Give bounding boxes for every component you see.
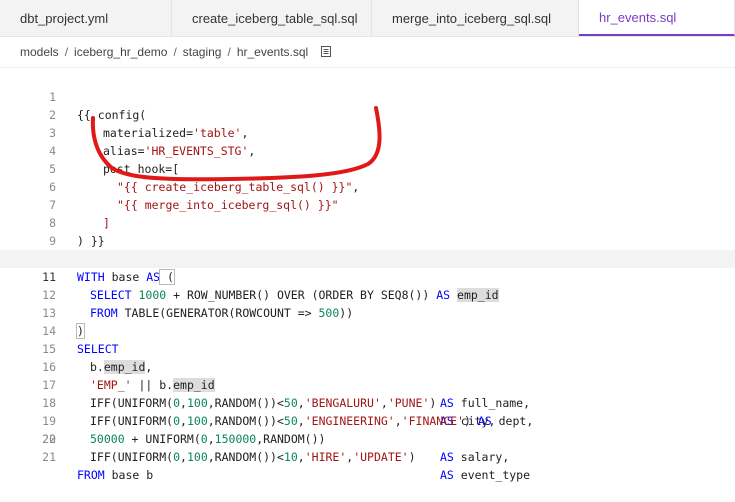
code-line: 2 materialized='table', (0, 88, 735, 140)
code-token: , (297, 450, 305, 464)
code-line: 12 FROM TABLE(GENERATOR(ROWCOUNT => 500)… (0, 268, 735, 320)
code-line: 7 ] (0, 178, 735, 230)
code-editor[interactable]: 1 {{ config( 2 materialized='table', 3 a… (0, 68, 735, 482)
line-number: 21 (42, 450, 56, 464)
document-outline-icon[interactable] (320, 45, 332, 58)
code-line: 1 {{ config( (0, 70, 735, 122)
tab-dbt-project-yml[interactable]: dbt_project.yml (0, 0, 172, 36)
breadcrumb-iceberg-hr-demo[interactable]: iceberg_hr_demo (74, 45, 167, 59)
code-text: IFF(UNIFORM(0,100,RANDOM())<10,'HIRE','U… (90, 448, 416, 466)
keyword-token: AS (440, 468, 454, 482)
breadcrumb-separator: / (64, 44, 69, 59)
code-line: 13 ) (0, 286, 735, 339)
breadcrumb-separator: / (173, 44, 177, 59)
code-line: 16 'EMP_' || b.emp_id AS full_name, (0, 340, 735, 410)
code-line: 21 FROM base b (0, 430, 735, 482)
breadcrumb-staging[interactable]: staging (183, 45, 222, 59)
code-line: 10 WITH base AS ( (0, 232, 735, 285)
code-line: 3 alias='HR_EVENTS_STG', (0, 106, 735, 158)
code-text-alias: AS event_type (440, 466, 530, 484)
code-line-current: 11 SELECT 1000 + ROW_NUMBER() OVER (ORDE… (0, 250, 735, 302)
code-token: ,RANDOM())< (207, 450, 284, 464)
code-token: , (346, 450, 354, 464)
code-text-alias: AS salary, (440, 448, 509, 466)
tab-hr-events-sql[interactable]: hr_events.sql (579, 0, 735, 36)
keyword-token: FROM (77, 468, 105, 482)
breadcrumb-hr-events-sql[interactable]: hr_events.sql (237, 45, 308, 59)
string-token: 'UPDATE' (353, 450, 409, 464)
editor-tab-bar: dbt_project.yml create_iceberg_table_sql… (0, 0, 735, 37)
string-token: 'HIRE' (304, 450, 347, 464)
code-line: 17 IFF(UNIFORM(0,100,RANDOM())<50,'BENGA… (0, 358, 735, 428)
code-token: ) (408, 450, 416, 464)
code-line: 15 b.emp_id, (0, 322, 735, 374)
code-token: salary, (453, 450, 510, 464)
code-line: 22 (0, 412, 735, 446)
code-token: IFF(UNIFORM( (90, 450, 174, 464)
line-number: 22 (42, 432, 56, 446)
code-line: 8 ) }} (0, 196, 735, 248)
code-token: , (180, 450, 187, 464)
keyword-token: AS (440, 450, 454, 464)
code-token: base b (104, 468, 154, 482)
code-line: 14 SELECT (0, 304, 735, 356)
code-text: FROM base b (77, 466, 153, 484)
code-line: 19 50000 + UNIFORM(0,150000,RANDOM()) AS… (0, 394, 735, 464)
code-token: event_type (453, 468, 531, 482)
number-token: 100 (186, 450, 208, 464)
breadcrumb-separator: / (227, 44, 231, 59)
code-line: 6 "{{ merge_into_iceberg_sql() }}" (0, 160, 735, 212)
code-line: 5 "{{ create_iceberg_table_sql() }}", (0, 142, 735, 194)
tab-merge-into-iceberg-sql[interactable]: merge_into_iceberg_sql.sql (372, 0, 579, 36)
breadcrumb: models / iceberg_hr_demo / staging / hr_… (0, 36, 735, 68)
tab-create-iceberg-table-sql[interactable]: create_iceberg_table_sql.sql (172, 0, 372, 36)
code-line: 4 post_hook=[ (0, 124, 735, 176)
breadcrumb-models[interactable]: models (20, 45, 59, 59)
number-token: 10 (283, 450, 298, 464)
number-token: 0 (173, 450, 181, 464)
code-line: 18 IFF(UNIFORM(0,100,RANDOM())<50,'ENGIN… (0, 376, 735, 428)
